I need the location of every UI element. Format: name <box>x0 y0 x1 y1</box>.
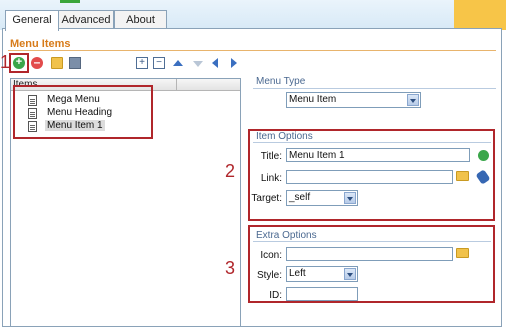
item-options-title: Item Options <box>256 131 313 142</box>
tab-general[interactable]: General <box>5 10 59 31</box>
step-marker-2: 2 <box>225 161 236 181</box>
id-label: ID: <box>269 290 282 301</box>
annotation-box-tree <box>13 85 153 139</box>
menu-type-divider <box>253 88 496 89</box>
item-options-divider <box>253 142 491 143</box>
remove-icon[interactable]: – <box>31 56 43 69</box>
target-select[interactable]: _self <box>286 190 358 206</box>
chevron-down-icon <box>344 192 356 204</box>
green-indicator <box>60 0 80 3</box>
delete-icon[interactable] <box>69 57 81 69</box>
browse-folder-icon[interactable] <box>456 171 469 181</box>
menu-type-value: Menu Item <box>289 94 337 105</box>
style-select[interactable]: Left <box>286 266 358 282</box>
browse-icon-folder-icon[interactable] <box>456 248 469 258</box>
tab-advanced[interactable]: Advanced <box>58 10 114 28</box>
section-divider <box>8 50 496 51</box>
refresh-icon[interactable] <box>478 150 489 161</box>
indent-icon[interactable] <box>231 58 237 68</box>
id-input[interactable] <box>286 287 358 301</box>
link-label: Link: <box>260 173 282 184</box>
step-marker-3: 3 <box>225 258 236 278</box>
menu-type-label: Menu Type <box>256 76 306 87</box>
extra-options-title: Extra Options <box>256 230 317 241</box>
extra-options-divider <box>253 241 491 242</box>
chevron-down-icon <box>344 268 356 280</box>
section-title: Menu Items <box>10 38 71 50</box>
link-input[interactable] <box>286 170 453 184</box>
style-label: Style: <box>256 270 282 281</box>
move-up-icon[interactable] <box>173 60 183 66</box>
icon-label: Icon: <box>260 250 282 261</box>
corner-decoration <box>454 0 506 30</box>
target-label: Target: <box>251 193 282 204</box>
add-icon[interactable]: + <box>13 57 25 69</box>
collapse-all-icon[interactable]: − <box>153 57 165 69</box>
target-value: _self <box>289 192 311 203</box>
chevron-down-icon <box>407 94 419 106</box>
outdent-icon[interactable] <box>212 58 218 68</box>
move-down-icon[interactable] <box>193 61 203 67</box>
title-label: Title: <box>260 151 282 162</box>
tab-about[interactable]: About <box>114 10 167 28</box>
style-value: Left <box>289 268 306 279</box>
add-folder-icon[interactable] <box>51 57 63 69</box>
tree-header-divider <box>176 79 177 91</box>
expand-all-icon[interactable]: + <box>136 57 148 69</box>
title-input[interactable] <box>286 148 470 162</box>
icon-input[interactable] <box>286 247 453 261</box>
menu-type-select[interactable]: Menu Item <box>286 92 421 108</box>
